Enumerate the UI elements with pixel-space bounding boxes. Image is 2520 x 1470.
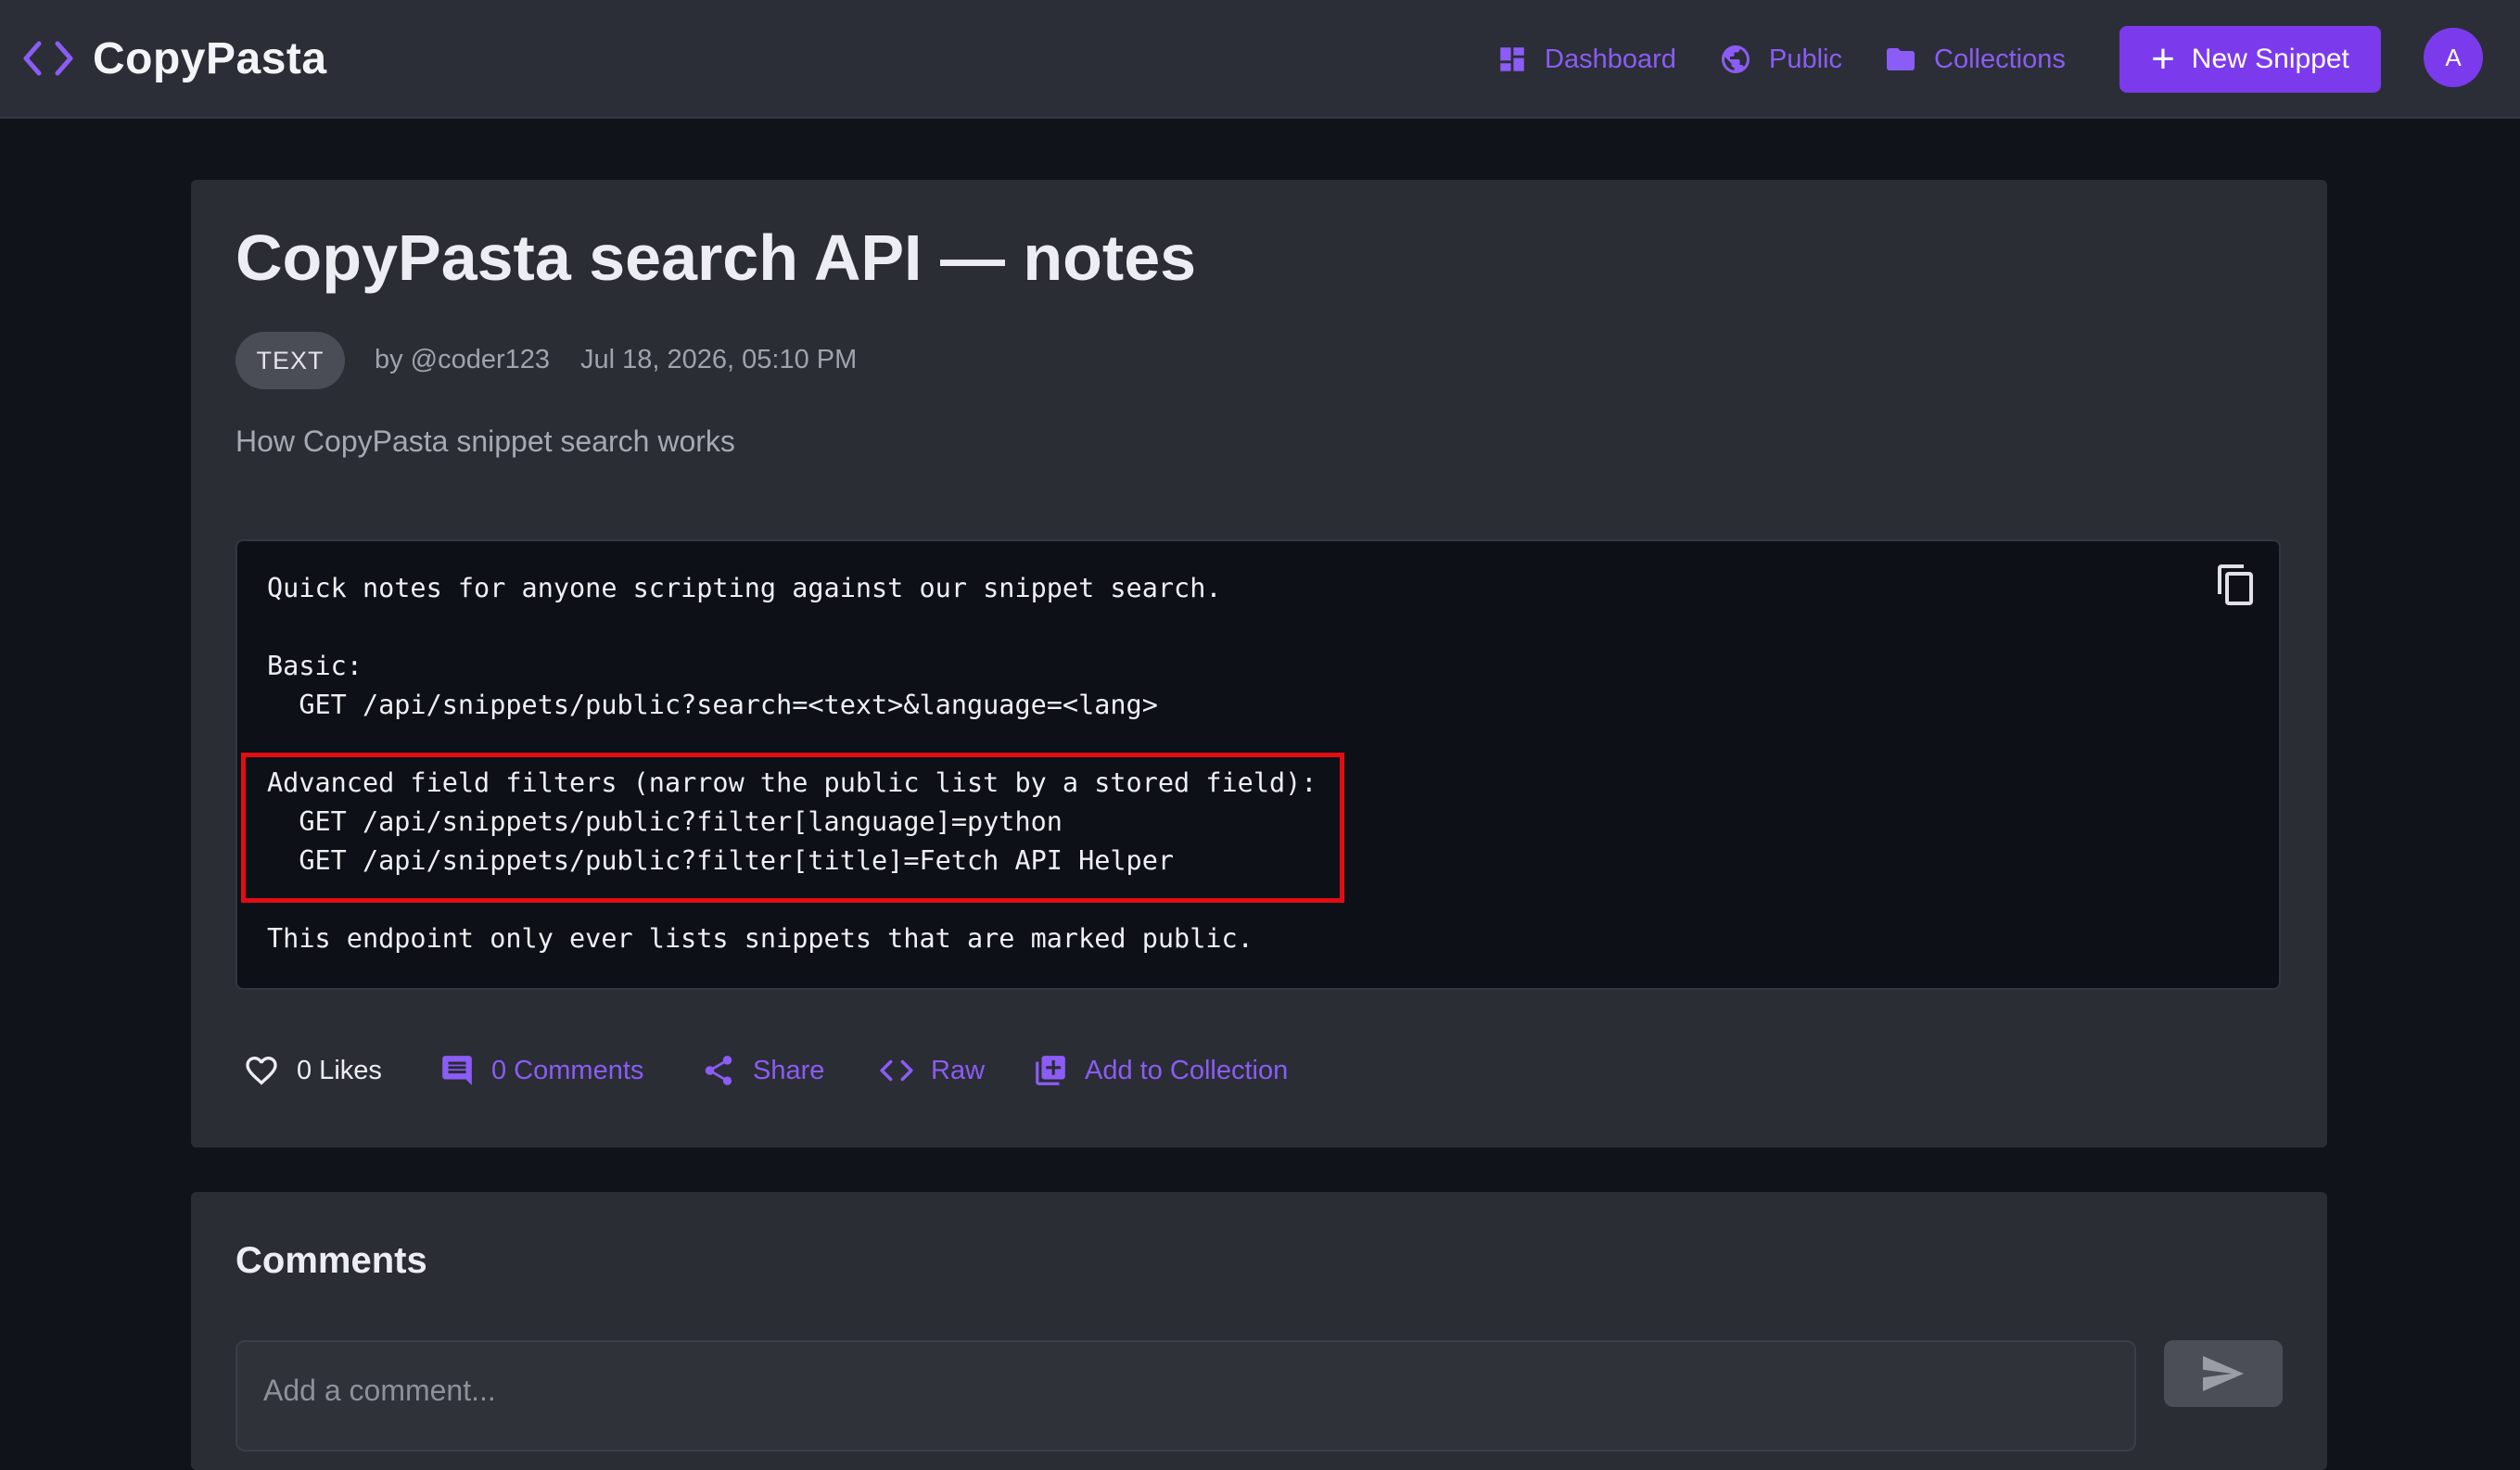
nav-public-link[interactable]: Public [1719, 37, 1842, 82]
code-content: Quick notes for anyone scripting against… [267, 569, 1317, 958]
snippet-description: How CopyPasta snippet search works [235, 425, 735, 458]
language-badge: TEXT [235, 332, 345, 389]
top-nav-bar: CopyPasta Dashboard Public Collections +… [0, 0, 2520, 119]
comment-icon [442, 1056, 472, 1085]
nav-public-label: Public [1769, 44, 1842, 74]
comments-title: Comments [235, 1240, 427, 1281]
snippet-date: Jul 18, 2026, 05:10 PM [580, 345, 858, 374]
library-add-icon [1036, 1056, 1065, 1085]
code-line: Advanced field filters (narrow the publi… [267, 767, 1317, 798]
folder-icon [1887, 48, 1915, 70]
snippet-title: CopyPasta search API — notes [235, 222, 1197, 294]
app-name: CopyPasta [93, 33, 327, 83]
code-line: GET /api/snippets/public?filter[title]=F… [267, 845, 1175, 876]
heart-icon [246, 1057, 277, 1085]
code-brackets-icon [23, 41, 73, 76]
copy-button[interactable] [2214, 562, 2259, 608]
nav-collections-link[interactable]: Collections [1884, 37, 2066, 82]
snippet-author[interactable]: by @coder123 [375, 345, 550, 375]
comments-count: 0 Comments [491, 1055, 644, 1085]
comments-link[interactable]: 0 Comments [439, 1047, 643, 1094]
code-line: Basic: [267, 651, 363, 681]
snippet-card: CopyPasta search API — notes TEXT by @co… [191, 180, 2327, 1147]
raw-button[interactable]: Raw [879, 1047, 985, 1094]
brand-logo-link[interactable]: CopyPasta [22, 28, 327, 89]
new-snippet-label: New Snippet [2191, 44, 2349, 74]
nav-dashboard-link[interactable]: Dashboard [1496, 37, 1676, 82]
add-to-collection-button[interactable]: Add to Collection [1033, 1047, 1288, 1094]
share-icon [705, 1056, 732, 1085]
send-comment-button[interactable] [2164, 1340, 2283, 1407]
send-icon [2203, 1356, 2244, 1391]
user-avatar[interactable]: A [2424, 28, 2483, 87]
nav-collections-label: Collections [1934, 44, 2066, 74]
likes-count: 0 Likes [297, 1055, 382, 1085]
code-line: Quick notes for anyone scripting against… [267, 573, 1222, 603]
copy-icon [2218, 564, 2253, 605]
raw-label: Raw [931, 1055, 986, 1085]
new-snippet-button[interactable]: + New Snippet [2119, 26, 2381, 93]
code-icon [880, 1059, 913, 1082]
globe-icon [1722, 45, 1750, 73]
nav-dashboard-label: Dashboard [1545, 44, 1676, 74]
code-line: GET /api/snippets/public?filter[language… [267, 806, 1063, 837]
like-button[interactable]: 0 Likes [243, 1047, 382, 1094]
comment-input[interactable] [235, 1340, 2136, 1451]
plus-icon: + [2151, 36, 2175, 82]
code-line: GET /api/snippets/public?search=<text>&l… [267, 690, 1158, 720]
add-to-collection-label: Add to Collection [1085, 1055, 1289, 1085]
share-button[interactable]: Share [701, 1047, 824, 1094]
code-line: This endpoint only ever lists snippets t… [267, 923, 1254, 954]
share-label: Share [753, 1055, 825, 1085]
code-block: Quick notes for anyone scripting against… [235, 539, 2281, 990]
dashboard-icon [1500, 47, 1524, 71]
comments-card: Comments [191, 1192, 2327, 1470]
